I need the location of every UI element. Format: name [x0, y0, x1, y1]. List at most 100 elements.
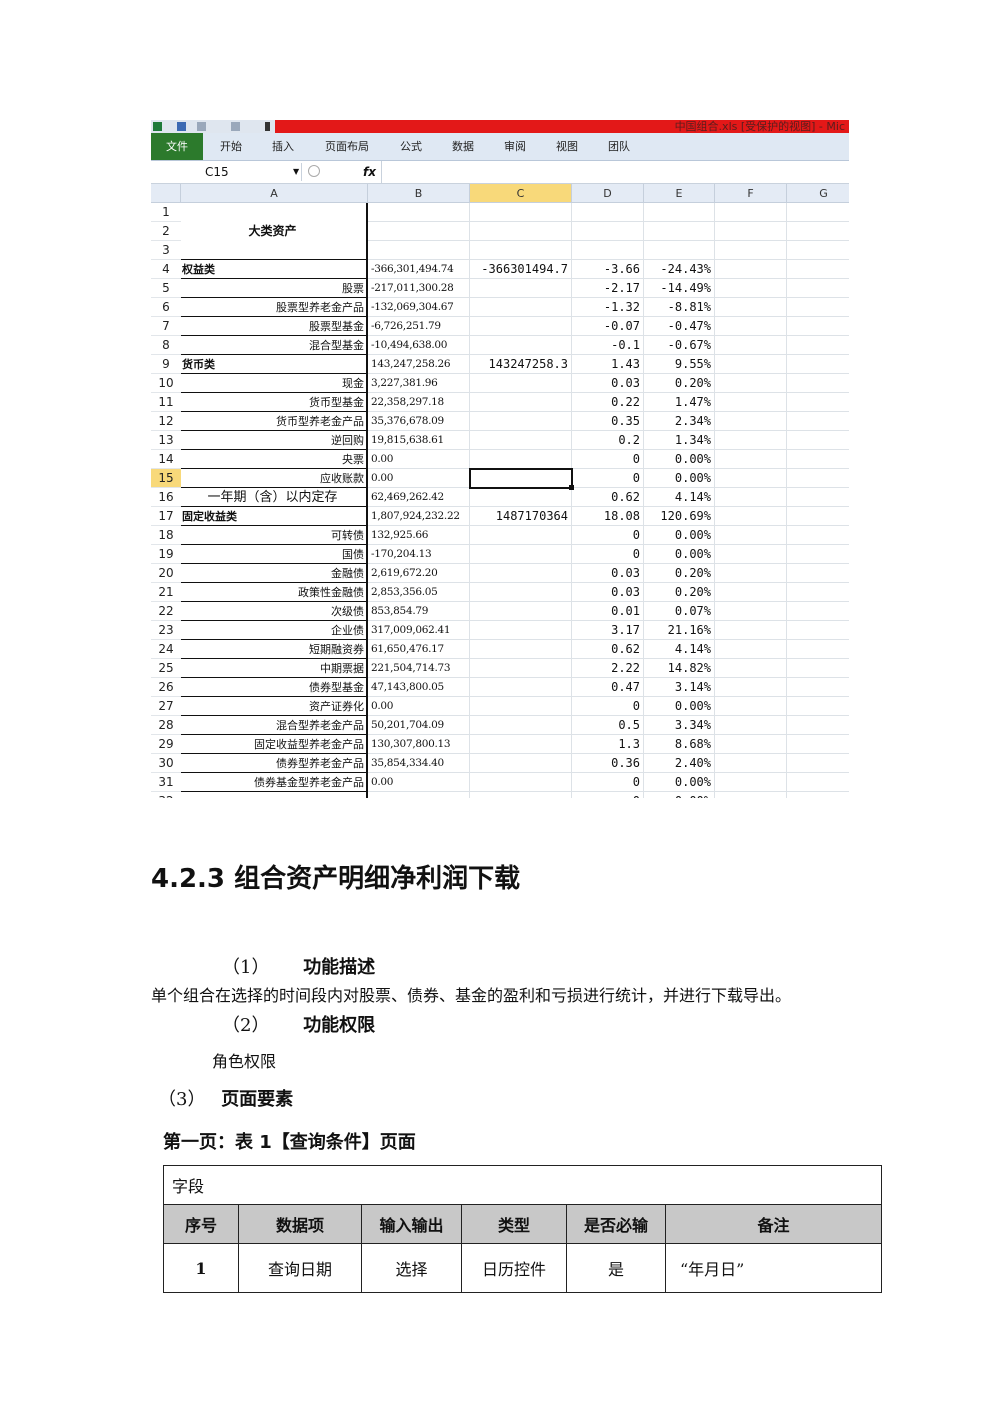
cell-empty[interactable] [715, 583, 787, 602]
cell-empty[interactable] [787, 526, 849, 545]
cell-d23[interactable]: 3.17 [572, 621, 644, 640]
row-header[interactable]: 20 [151, 564, 181, 583]
cell-d6[interactable]: -1.32 [572, 298, 644, 317]
cell-a11[interactable]: 货币型基金 [181, 393, 368, 412]
cell-c23[interactable] [470, 621, 572, 640]
cell-a27[interactable]: 资产证券化 [181, 697, 368, 716]
cell-d12[interactable]: 0.35 [572, 412, 644, 431]
cell-empty[interactable] [787, 412, 849, 431]
cell-b23[interactable]: 317,009,062.41 [368, 621, 470, 640]
cell-b20[interactable]: 2,619,672.20 [368, 564, 470, 583]
cell-empty[interactable] [715, 526, 787, 545]
cell-b6[interactable]: -132,069,304.67 [368, 298, 470, 317]
cell-d32[interactable]: 0 [572, 792, 644, 798]
cell-b4[interactable]: -366,301,494.74 [368, 260, 470, 279]
cell-e28[interactable]: 3.34% [644, 716, 715, 735]
cell-a4[interactable]: 权益类 [181, 260, 368, 279]
cell-empty[interactable] [787, 507, 849, 526]
row-header[interactable]: 28 [151, 716, 181, 735]
cell-b8[interactable]: -10,494,638.00 [368, 336, 470, 355]
column-header-f[interactable]: F [715, 184, 787, 203]
cell-a24[interactable]: 短期融资券 [181, 640, 368, 659]
row-header[interactable]: 29 [151, 735, 181, 754]
cell-empty[interactable] [715, 431, 787, 450]
row-header[interactable]: 4 [151, 260, 181, 279]
cell-a12[interactable]: 货币型养老金产品 [181, 412, 368, 431]
cell-d4[interactable]: -3.66 [572, 260, 644, 279]
cell-b26[interactable]: 47,143,800.05 [368, 678, 470, 697]
cell-d11[interactable]: 0.22 [572, 393, 644, 412]
cell-b32[interactable] [368, 792, 470, 798]
cell-e19[interactable]: 0.00% [644, 545, 715, 564]
cell-a31[interactable]: 债券基金型养老金产品 [181, 773, 368, 792]
cell-empty[interactable] [787, 336, 849, 355]
cell-d15[interactable]: 0 [572, 469, 644, 488]
cell-empty[interactable] [715, 621, 787, 640]
column-header-d[interactable]: D [572, 184, 644, 203]
cell-e22[interactable]: 0.07% [644, 602, 715, 621]
cell-c32[interactable] [470, 792, 572, 798]
cell-empty[interactable] [715, 260, 787, 279]
column-header-b[interactable]: B [368, 184, 470, 203]
row-header[interactable]: 22 [151, 602, 181, 621]
cell-d18[interactable]: 0 [572, 526, 644, 545]
cell-empty[interactable] [787, 621, 849, 640]
cell-a15[interactable]: 应收账款 [181, 469, 368, 488]
cell-c8[interactable] [470, 336, 572, 355]
cell-empty[interactable] [715, 393, 787, 412]
cell-d9[interactable]: 1.43 [572, 355, 644, 374]
cell-e27[interactable]: 0.00% [644, 697, 715, 716]
cell-b7[interactable]: -6,726,251.79 [368, 317, 470, 336]
cell-c9[interactable]: 143247258.3 [470, 355, 572, 374]
cell-empty[interactable] [787, 317, 849, 336]
cell-a20[interactable]: 金融债 [181, 564, 368, 583]
cell-d21[interactable]: 0.03 [572, 583, 644, 602]
row-header[interactable]: 26 [151, 678, 181, 697]
cell-a28[interactable]: 混合型养老金产品 [181, 716, 368, 735]
cell-c22[interactable] [470, 602, 572, 621]
cell-empty[interactable] [715, 355, 787, 374]
cell-empty[interactable] [787, 602, 849, 621]
cell-c25[interactable] [470, 659, 572, 678]
row-header[interactable]: 23 [151, 621, 181, 640]
cell-a9[interactable]: 货币类 [181, 355, 368, 374]
cell-c5[interactable] [470, 279, 572, 298]
cell-e26[interactable]: 3.14% [644, 678, 715, 697]
active-cell[interactable] [469, 468, 574, 490]
cell-d10[interactable]: 0.03 [572, 374, 644, 393]
cell-empty[interactable] [787, 469, 849, 488]
function-icon[interactable]: fx [363, 163, 376, 181]
cell-b25[interactable]: 221,504,714.73 [368, 659, 470, 678]
cell-d2[interactable] [572, 222, 644, 241]
cell-b1[interactable] [368, 203, 470, 222]
cell-c29[interactable] [470, 735, 572, 754]
cell-d20[interactable]: 0.03 [572, 564, 644, 583]
cell-a17[interactable]: 固定收益类 [181, 507, 368, 526]
cell-empty[interactable] [715, 336, 787, 355]
row-header[interactable]: 2 [151, 222, 181, 241]
cell-empty[interactable] [787, 583, 849, 602]
cell-b19[interactable]: -170,204.13 [368, 545, 470, 564]
cell-d25[interactable]: 2.22 [572, 659, 644, 678]
cell-c16[interactable] [470, 488, 572, 507]
cell-b15[interactable]: 0.00 [368, 469, 470, 488]
cell-empty[interactable] [715, 298, 787, 317]
cell-b18[interactable]: 132,925.66 [368, 526, 470, 545]
cell-a22[interactable]: 次级债 [181, 602, 368, 621]
cell-b27[interactable]: 0.00 [368, 697, 470, 716]
cell-b17[interactable]: 1,807,924,232.22 [368, 507, 470, 526]
cell-empty[interactable] [715, 735, 787, 754]
row-header[interactable]: 8 [151, 336, 181, 355]
select-all-corner[interactable] [151, 184, 181, 203]
cell-b11[interactable]: 22,358,297.18 [368, 393, 470, 412]
row-header[interactable]: 21 [151, 583, 181, 602]
cell-e1[interactable] [644, 203, 715, 222]
cell-c14[interactable] [470, 450, 572, 469]
cell-e30[interactable]: 2.40% [644, 754, 715, 773]
row-header[interactable]: 11 [151, 393, 181, 412]
row-header[interactable]: 12 [151, 412, 181, 431]
cell-d26[interactable]: 0.47 [572, 678, 644, 697]
cell-empty[interactable] [715, 773, 787, 792]
cell-e13[interactable]: 1.34% [644, 431, 715, 450]
cell-a18[interactable]: 可转债 [181, 526, 368, 545]
